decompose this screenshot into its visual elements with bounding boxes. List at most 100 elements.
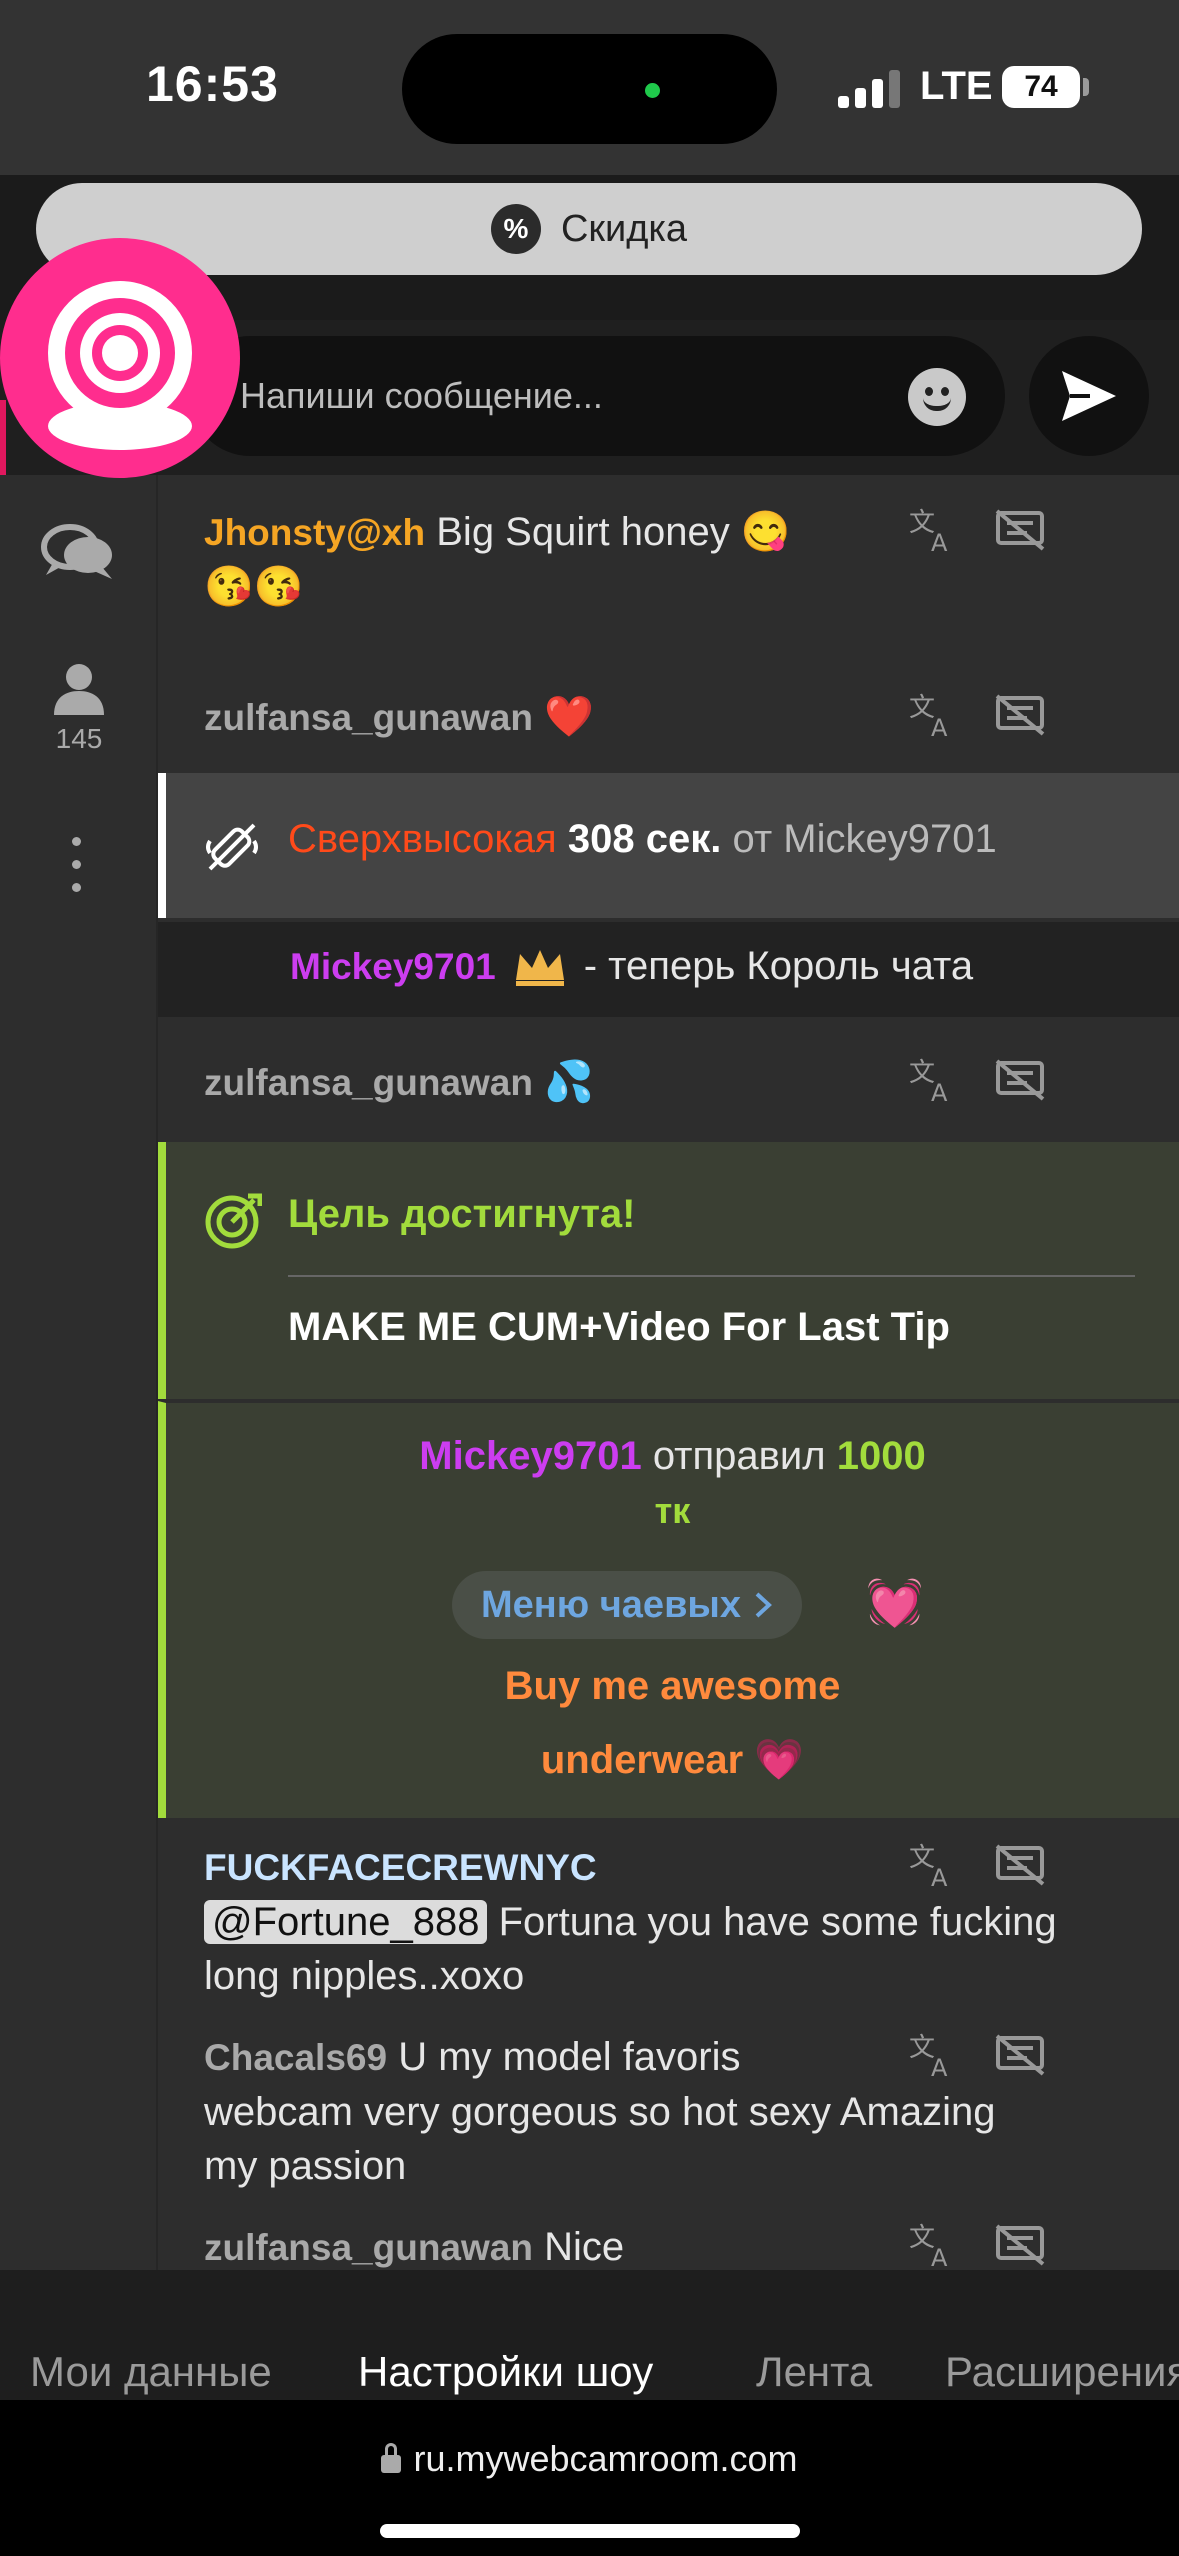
message-text: ❤️ <box>544 695 594 739</box>
message-text-line2: webcam very gorgeous so hot sexy Amazing <box>204 2090 996 2134</box>
tab-show-settings[interactable]: Настройки шоу <box>358 2348 653 2396</box>
chevron-right-icon <box>755 1592 772 1618</box>
message-input[interactable] <box>240 366 860 426</box>
hide-message-icon[interactable] <box>995 1059 1045 1101</box>
left-sidebar: 145 <box>0 475 158 2270</box>
svg-text:A: A <box>931 529 948 555</box>
message-text: Big Squirt honey 😋 <box>436 510 791 554</box>
hide-message-icon[interactable] <box>995 2034 1045 2076</box>
goal-text: MAKE ME CUM+Video For Last Tip <box>288 1305 950 1349</box>
translate-icon[interactable]: 文A <box>907 1055 957 1105</box>
message-tools: 文A <box>907 690 1067 740</box>
message-text-line2: 😘😘 <box>204 565 304 609</box>
username[interactable]: zulfansa_gunawan <box>204 2227 533 2268</box>
hide-message-icon[interactable] <box>995 2224 1045 2266</box>
vibration-notice: Сверхвысокая 308 сек. от Mickey9701 <box>158 773 1179 918</box>
username[interactable]: zulfansa_gunawan <box>204 1062 533 1103</box>
chat-message: Chacals69 U my model favoris webcam very… <box>158 2030 1179 2200</box>
tab-my-data[interactable]: Мои данные <box>30 2348 272 2396</box>
signal-icon <box>838 68 900 108</box>
hide-message-icon[interactable] <box>995 694 1045 736</box>
message-text: U my model favoris <box>398 2035 741 2079</box>
svg-text:A: A <box>931 1864 948 1890</box>
username[interactable]: Jhonsty@xh <box>204 512 425 553</box>
bottom-tab-bar: Мои данные Настройки шоу Лента Расширени… <box>0 2270 1179 2400</box>
username[interactable]: Chacals69 <box>204 2037 387 2078</box>
battery-tip <box>1083 78 1089 96</box>
tip-menu-button[interactable]: Меню чаевых <box>452 1571 802 1639</box>
browser-url-bar: ru.mywebcamroom.com <box>0 2400 1179 2556</box>
message-text: Fortuna you have some fucking <box>498 1900 1057 1944</box>
tip-currency: тк <box>654 1490 691 1531</box>
chat-message: FUCKFACECREWNYC @Fortune_888 Fortuna you… <box>158 1840 1179 1998</box>
url-text: ru.mywebcamroom.com <box>413 2438 798 2479</box>
viewers-count: 145 <box>55 723 103 754</box>
webcam-icon <box>48 281 192 450</box>
tipper-name[interactable]: Mickey9701 <box>783 817 996 861</box>
translate-icon[interactable]: 文A <box>907 2220 957 2270</box>
hide-message-icon[interactable] <box>995 509 1045 551</box>
percent-icon: % <box>490 204 541 254</box>
tip-username[interactable]: Mickey9701 <box>419 1434 641 1478</box>
url-display[interactable]: ru.mywebcamroom.com <box>0 2438 1179 2480</box>
hide-message-icon[interactable] <box>995 1844 1045 1886</box>
svg-text:A: A <box>931 714 948 740</box>
more-options-icon[interactable] <box>72 837 82 906</box>
chat-bubbles-icon[interactable] <box>40 523 118 583</box>
message-text: Nice <box>544 2225 625 2269</box>
tab-feed[interactable]: Лента <box>756 2348 872 2396</box>
discount-label: Скидка <box>560 207 688 250</box>
goal-title: Цель достигнута! <box>288 1192 636 1236</box>
chat-feed[interactable]: Jhonsty@xh Big Squirt honey 😋 😘😘 文A zulf… <box>158 475 1179 2270</box>
translate-icon[interactable]: 文A <box>907 1840 957 1890</box>
message-tools: 文A <box>907 2220 1067 2270</box>
network-label: LTE <box>920 64 993 108</box>
message-composer <box>190 336 1005 456</box>
message-tools: 文A <box>907 1840 1067 1890</box>
translate-icon[interactable]: 文A <box>907 2030 957 2080</box>
chat-message: Jhonsty@xh Big Squirt honey 😋 😘😘 文A <box>158 505 1179 625</box>
webcam-logo-icon[interactable] <box>0 238 240 478</box>
chat-message: zulfansa_gunawan ❤️ 文A <box>158 690 1179 750</box>
svg-text:A: A <box>931 1079 948 1105</box>
translate-icon[interactable]: 文A <box>907 505 957 555</box>
message-tools: 文A <box>907 1055 1067 1105</box>
message-text-line2: long nipples..xoxo <box>204 1954 525 1998</box>
tip-sent-label: отправил <box>652 1434 826 1478</box>
message-text-line3: my passion <box>204 2144 407 2188</box>
tab-extensions[interactable]: Расширения <box>945 2348 1179 2396</box>
tip-item-line2: underwear <box>540 1738 744 1782</box>
battery-icon: 74 <box>1002 66 1080 108</box>
emoji-icon[interactable] <box>908 368 966 426</box>
tip-card: Mickey9701 отправил 1000 тк Меню чаевых … <box>158 1401 1179 1818</box>
crown-icon <box>515 949 564 986</box>
target-icon <box>205 1193 262 1249</box>
divider <box>288 1275 1135 1277</box>
username[interactable]: FUCKFACECREWNYC <box>204 1847 597 1888</box>
viewers-icon[interactable] <box>52 663 106 715</box>
mention[interactable]: @Fortune_888 <box>204 1900 488 1944</box>
message-tools: 文A <box>907 2030 1067 2080</box>
message-text: 💦 <box>544 1060 594 1104</box>
chat-message: zulfansa_gunawan Nice 文A <box>158 2220 1179 2270</box>
camera-indicator-dot <box>645 83 660 98</box>
username[interactable]: zulfansa_gunawan <box>204 697 533 738</box>
king-username[interactable]: Mickey9701 <box>290 946 496 988</box>
vibration-icon <box>206 823 258 871</box>
svg-text:A: A <box>931 2054 948 2080</box>
king-text: - теперь Король чата <box>583 944 974 988</box>
svg-text:A: A <box>931 2244 948 2270</box>
vibration-duration: 308 сек. <box>567 817 722 861</box>
lock-icon <box>381 2443 402 2473</box>
tip-item-line1: Buy me awesome <box>504 1664 841 1708</box>
king-notice: Mickey9701 - теперь Король чата <box>158 922 1179 1017</box>
translate-icon[interactable]: 文A <box>907 690 957 740</box>
clock: 16:53 <box>146 56 279 112</box>
tip-item-heart: 💗 <box>754 1738 805 1782</box>
send-button[interactable] <box>1029 336 1149 456</box>
send-icon <box>1062 371 1116 421</box>
from-label: от <box>732 817 773 861</box>
status-bar: 16:53 LTE 74 <box>0 0 1179 175</box>
tip-amount: 1000 <box>836 1434 926 1478</box>
dynamic-island <box>402 34 777 144</box>
